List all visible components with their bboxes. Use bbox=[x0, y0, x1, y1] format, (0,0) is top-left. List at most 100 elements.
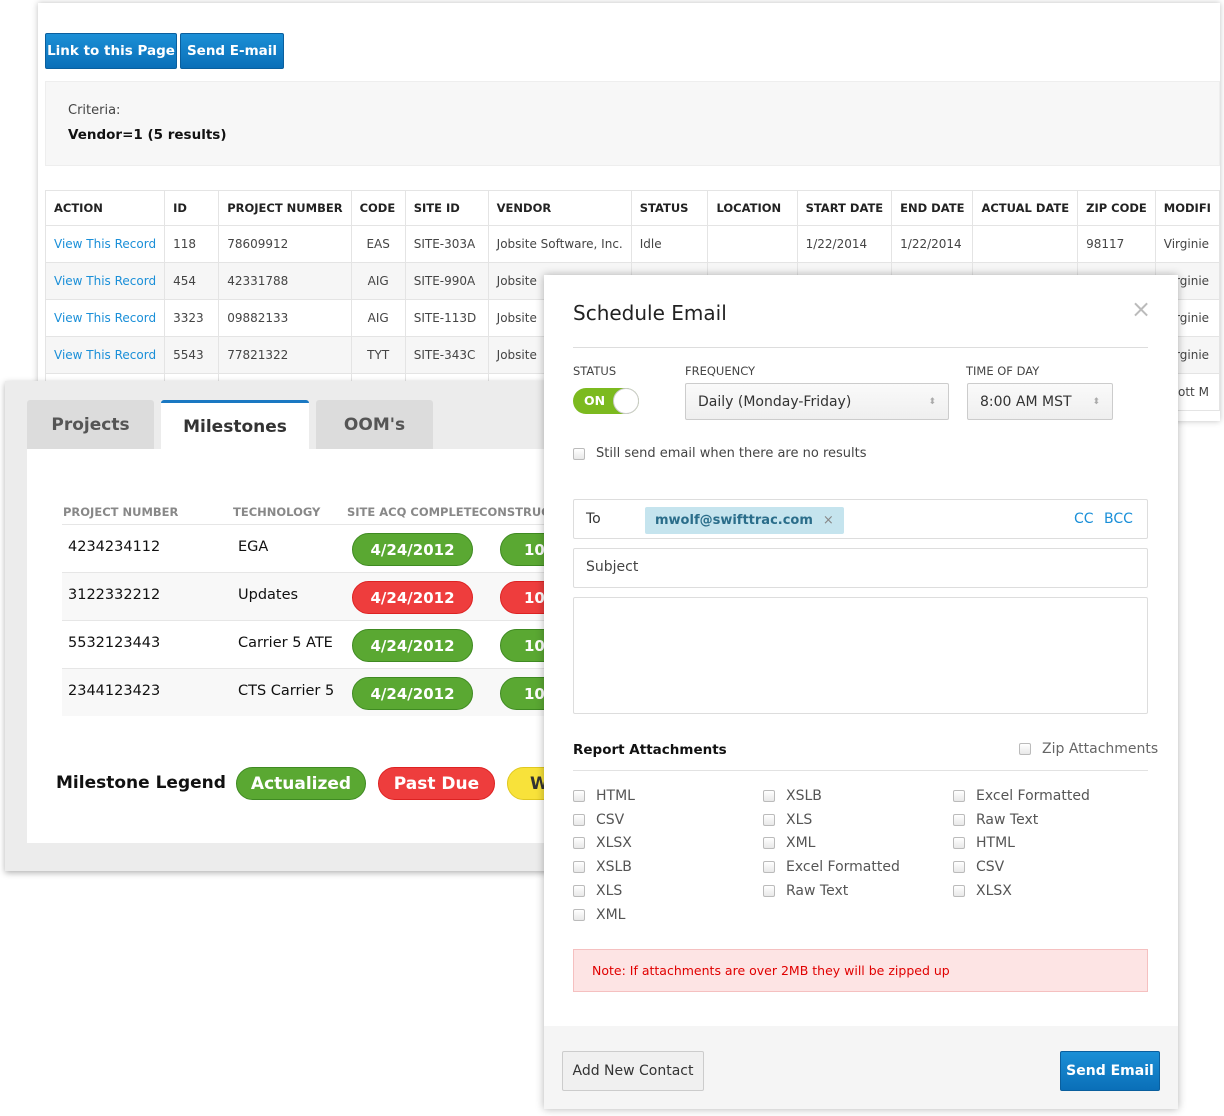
site-acq-badge[interactable]: 4/24/2012 bbox=[352, 581, 473, 614]
attachment-option[interactable]: CSV bbox=[573, 812, 624, 828]
col-header[interactable]: CODE bbox=[350, 190, 406, 226]
site-acq-badge[interactable]: 4/24/2012 bbox=[352, 677, 473, 710]
attachment-option[interactable]: XSLB bbox=[763, 788, 822, 804]
attachment-option[interactable]: Raw Text bbox=[763, 883, 848, 899]
no-results-checkbox[interactable] bbox=[573, 447, 585, 460]
table-cell: 1/22/2014 bbox=[796, 225, 893, 263]
col-header[interactable]: ACTION bbox=[44, 190, 166, 226]
attachment-option[interactable]: XLSX bbox=[953, 883, 1012, 899]
col-header[interactable]: START DATE bbox=[796, 190, 893, 226]
criteria-label: Criteria: bbox=[68, 103, 121, 118]
view-record-link[interactable]: View This Record bbox=[54, 274, 156, 288]
table-cell: 09882133 bbox=[218, 299, 352, 337]
view-record-link[interactable]: View This Record bbox=[54, 237, 156, 251]
tab-projects[interactable]: Projects bbox=[27, 400, 154, 450]
col-header[interactable]: END DATE bbox=[891, 190, 974, 226]
attachment-checkbox[interactable] bbox=[953, 813, 965, 826]
table-row: View This Record 118 78609912 EAS SITE-303A J… bbox=[44, 225, 1221, 263]
attachment-option[interactable]: XLS bbox=[573, 883, 622, 899]
attachment-option[interactable]: Excel Formatted bbox=[953, 788, 1090, 804]
col-header[interactable]: MODIFI bbox=[1154, 190, 1221, 226]
attachment-checkbox[interactable] bbox=[573, 813, 585, 826]
add-contact-button[interactable]: Add New Contact bbox=[562, 1051, 704, 1091]
attachment-label: XLS bbox=[596, 882, 623, 899]
no-results-option[interactable]: Still send email when there are no resul… bbox=[573, 446, 867, 461]
message-body-textarea[interactable] bbox=[573, 597, 1148, 714]
attachment-checkbox[interactable] bbox=[763, 813, 775, 826]
attachment-option[interactable]: Raw Text bbox=[953, 812, 1038, 828]
send-email-submit-button[interactable]: Send Email bbox=[1060, 1051, 1160, 1091]
frequency-select[interactable]: Daily (Monday-Friday) ⬍ bbox=[685, 383, 949, 420]
table-cell: 118 bbox=[164, 225, 220, 263]
col-project-number: PROJECT NUMBER bbox=[63, 505, 179, 519]
attachment-option[interactable]: XML bbox=[573, 907, 625, 923]
attachment-checkbox[interactable] bbox=[763, 861, 775, 874]
no-results-label: Still send email when there are no resul… bbox=[596, 446, 867, 461]
table-cell: AIG bbox=[350, 262, 406, 300]
project-number: 3122332212 bbox=[68, 587, 161, 603]
tab-milestones[interactable]: Milestones bbox=[161, 400, 309, 450]
zip-checkbox[interactable] bbox=[1019, 743, 1031, 755]
attachment-checkbox[interactable] bbox=[573, 908, 585, 921]
attachment-label: XSLB bbox=[786, 788, 822, 804]
col-header[interactable]: SITE ID bbox=[404, 190, 489, 226]
col-header[interactable]: ZIP CODE bbox=[1077, 190, 1156, 226]
bcc-link[interactable]: BCC bbox=[1104, 511, 1133, 527]
view-record-link[interactable]: View This Record bbox=[54, 348, 156, 362]
table-cell: SITE-303A bbox=[404, 225, 489, 263]
col-header[interactable]: VENDOR bbox=[487, 190, 632, 226]
attachment-checkbox[interactable] bbox=[573, 837, 585, 850]
attachment-option[interactable]: HTML bbox=[573, 788, 635, 804]
table-cell: TYT bbox=[350, 336, 406, 374]
attachment-option[interactable]: HTML bbox=[953, 835, 1015, 851]
site-acq-badge[interactable]: 4/24/2012 bbox=[352, 629, 473, 662]
to-field[interactable]: To mwolf@swifttrac.com × CC BCC bbox=[573, 499, 1148, 539]
attachment-label: XSLB bbox=[596, 859, 632, 876]
col-header[interactable]: STATUS bbox=[630, 190, 709, 226]
attachment-option[interactable]: XSLB bbox=[573, 859, 632, 875]
zip-note: Note: If attachments are over 2MB they w… bbox=[573, 949, 1148, 992]
table-cell: Idle bbox=[630, 225, 709, 263]
attachment-label: HTML bbox=[596, 788, 635, 804]
col-header[interactable]: PROJECT NUMBER bbox=[218, 190, 352, 226]
attachment-checkbox[interactable] bbox=[573, 884, 585, 897]
attachment-checkbox[interactable] bbox=[763, 790, 775, 802]
time-select[interactable]: 8:00 AM MST ⬍ bbox=[967, 383, 1113, 420]
project-number: 5532123443 bbox=[68, 635, 161, 651]
attachment-option[interactable]: XML bbox=[763, 835, 815, 851]
zip-attachments-option[interactable]: Zip Attachments bbox=[1019, 741, 1158, 757]
attachment-option[interactable]: CSV bbox=[953, 859, 1004, 875]
attachment-option[interactable]: XLS bbox=[763, 812, 812, 828]
criteria-value: Vendor=1 (5 results) bbox=[68, 127, 227, 143]
attachment-checkbox[interactable] bbox=[953, 837, 965, 850]
attachment-label: XML bbox=[786, 835, 816, 852]
close-icon[interactable]: × bbox=[1131, 295, 1151, 323]
col-header[interactable]: ACTUAL DATE bbox=[972, 190, 1079, 226]
link-to-page-button[interactable]: Link to this Page bbox=[45, 33, 177, 69]
view-record-link[interactable]: View This Record bbox=[54, 311, 156, 325]
remove-recipient-icon[interactable]: × bbox=[823, 513, 834, 528]
attachment-checkbox[interactable] bbox=[763, 837, 775, 850]
col-header[interactable]: ID bbox=[164, 190, 220, 226]
status-toggle[interactable]: ON bbox=[573, 388, 639, 414]
attachment-checkbox[interactable] bbox=[953, 790, 965, 802]
attachment-checkbox[interactable] bbox=[953, 884, 965, 897]
attachment-option[interactable]: XLSX bbox=[573, 835, 632, 851]
send-email-button[interactable]: Send E-mail bbox=[180, 33, 284, 69]
attachment-checkbox[interactable] bbox=[573, 861, 585, 874]
attachment-checkbox[interactable] bbox=[573, 790, 585, 802]
criteria-box: Criteria: Vendor=1 (5 results) bbox=[45, 81, 1220, 166]
time-label: TIME OF DAY bbox=[966, 364, 1040, 378]
attachment-option[interactable]: Excel Formatted bbox=[763, 859, 900, 875]
cc-link[interactable]: CC bbox=[1074, 511, 1094, 527]
table-cell: View This Record bbox=[44, 225, 166, 263]
attachment-checkbox[interactable] bbox=[763, 884, 775, 897]
attachment-checkbox[interactable] bbox=[953, 861, 965, 874]
site-acq-badge[interactable]: 4/24/2012 bbox=[352, 533, 473, 566]
col-header[interactable]: LOCATION bbox=[707, 190, 798, 226]
attachment-label: CSV bbox=[596, 811, 625, 828]
attachment-label: XLS bbox=[786, 811, 813, 828]
subject-input[interactable]: Subject bbox=[573, 548, 1148, 588]
recipient-chip[interactable]: mwolf@swifttrac.com × bbox=[645, 507, 844, 534]
tab-ooms[interactable]: OOM's bbox=[316, 400, 433, 450]
